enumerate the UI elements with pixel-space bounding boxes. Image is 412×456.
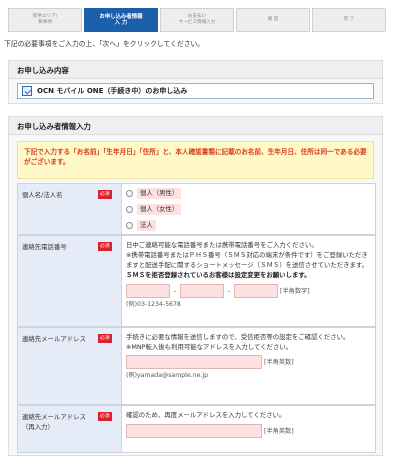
email-confirm-desc: 確認のため、再度メールアドレスを入力してください。	[126, 411, 286, 419]
row-applicant-type: 個人名/法人名 必須 個人（男性） 個人（女性） 法人	[17, 183, 376, 235]
applicant-type-label: 個人名/法人名 必須	[18, 184, 122, 234]
row-phone: 連絡先電話番号 必須 日中ご連絡可能な電話番号または携帯電話番号をご入力ください。…	[17, 235, 376, 327]
email-label: 連絡先メールアドレス 必須	[18, 328, 122, 404]
check-icon	[22, 86, 32, 96]
phone-field-area: 日中ご連絡可能な電話番号または携帯電話番号をご入力ください。 ※携帯電話番号また…	[126, 240, 371, 310]
applicant-type-label-text: 個人名/法人名	[22, 191, 63, 199]
step-confirm-label: 確 認	[267, 17, 279, 22]
radio-circle[interactable]	[126, 189, 133, 197]
radio-male-label[interactable]: 個人（男性）	[137, 187, 182, 199]
identity-notice: 下記で入力する「お名前」「生年月日」「住所」と、本人確認書類に記載のお名前、生年…	[17, 141, 374, 179]
email-field-area: 手続きに必要な情報を送信しますので、受信拒否等の設定をご確認ください。 ※MNP…	[126, 332, 371, 381]
phone-label: 連絡先電話番号 必須	[18, 236, 122, 326]
radio-female[interactable]: 個人（女性）	[126, 202, 371, 216]
email-confirm-label-sub: （再入力）	[22, 423, 54, 431]
step-applicant-line2: 入 力	[114, 20, 128, 26]
email-confirm-hint: [半角英数]	[264, 428, 294, 435]
phone-sms-warning: ＳＭＳを拒否登録されているお客様は設定変更をお願いします。	[126, 271, 311, 279]
hyphen: -	[227, 287, 231, 295]
step-area-line2: 要事項	[38, 20, 52, 25]
phone-label-text: 連絡先電話番号	[22, 243, 67, 251]
plan-name: OCN モバイル ONE（手続き中）のお申し込み	[37, 87, 188, 95]
email-mnp-note: ※MNP転入後も利用可能なアドレスを入力してください。	[126, 343, 293, 351]
phone-inputs: - - [半角数字]	[126, 284, 371, 298]
step-payment: お支払い サービス情報入力	[160, 8, 234, 32]
email-label-text: 連絡先メールアドレス	[22, 335, 86, 343]
row-email-confirm: 連絡先メールアドレス 必須 （再入力） 確認のため、再度メールアドレスを入力してくだ…	[17, 405, 376, 453]
email-desc: 手続きに必要な情報を送信しますので、受信拒否等の設定をご確認ください。	[126, 333, 350, 341]
radio-male[interactable]: 個人（男性）	[126, 186, 371, 200]
email-input-row: [半角英数]	[126, 355, 371, 369]
step-complete: 完 了	[312, 8, 386, 32]
email-confirm-input-row: [半角英数]	[126, 424, 371, 438]
hyphen: -	[173, 287, 177, 295]
radio-circle[interactable]	[126, 205, 133, 213]
email-hint: [半角英数]	[264, 359, 294, 366]
form-section-title: お申し込み者情報入力	[9, 117, 382, 135]
radio-circle[interactable]	[126, 221, 133, 229]
email-input[interactable]	[126, 355, 262, 369]
required-badge: 必須	[98, 334, 112, 343]
applicant-form-section: お申し込み者情報入力 下記で入力する「お名前」「生年月日」「住所」と、本人確認書…	[8, 116, 383, 456]
phone-input-2[interactable]	[180, 284, 224, 298]
step-confirm: 確 認	[236, 8, 310, 32]
email-example: (例)yamada@sample.ne.jp	[126, 372, 208, 379]
radio-corporate[interactable]: 法人	[126, 218, 371, 232]
email-confirm-label: 連絡先メールアドレス 必須 （再入力）	[18, 406, 122, 452]
radio-corporate-label[interactable]: 法人	[137, 219, 156, 231]
email-confirm-label-text: 連絡先メールアドレス	[22, 413, 86, 421]
progress-steps: 提供エリア/要事項 お申し込み者情報入 力 お支払い サービス情報入力 確 認 完…	[8, 8, 388, 32]
email-confirm-field-area: 確認のため、再度メールアドレスを入力してください。 [半角英数]	[126, 410, 371, 438]
required-badge: 必須	[98, 412, 112, 421]
step-complete-label: 完 了	[343, 17, 355, 22]
applicant-type-options: 個人（男性） 個人（女性） 法人	[126, 186, 371, 234]
radio-female-label[interactable]: 個人（女性）	[137, 203, 182, 215]
phone-example: (例)03-1234-5678	[126, 301, 181, 308]
plan-section-title: お申し込み内容	[9, 61, 382, 79]
plan-item: OCN モバイル ONE（手続き中）のお申し込み	[17, 83, 374, 99]
row-email: 連絡先メールアドレス 必須 手続きに必要な情報を送信しますので、受信拒否等の設定を…	[17, 327, 376, 405]
phone-input-1[interactable]	[126, 284, 170, 298]
step-area: 提供エリア/要事項	[8, 8, 82, 32]
step-applicant-info: お申し込み者情報入 力	[84, 8, 158, 32]
intro-text: 下記の必要事項をご入力の上、「次へ」をクリックしてください。	[4, 40, 205, 48]
email-confirm-input[interactable]	[126, 424, 262, 438]
phone-hint: [半角数字]	[280, 288, 310, 295]
plan-section: お申し込み内容 OCN モバイル ONE（手続き中）のお申し込み	[8, 60, 383, 104]
phone-desc: 日中ご連絡可能な電話番号または携帯電話番号をご入力ください。	[126, 241, 318, 249]
step-payment-line2: サービス情報入力	[178, 20, 216, 25]
phone-input-3[interactable]	[234, 284, 278, 298]
required-badge: 必須	[98, 242, 112, 251]
required-badge: 必須	[98, 190, 112, 199]
phone-sms-note: ※携帯電話番号またはＰＨＳ番号（ＳＭＳ対応の端末が条件です）をご登録いただきます…	[126, 251, 369, 269]
